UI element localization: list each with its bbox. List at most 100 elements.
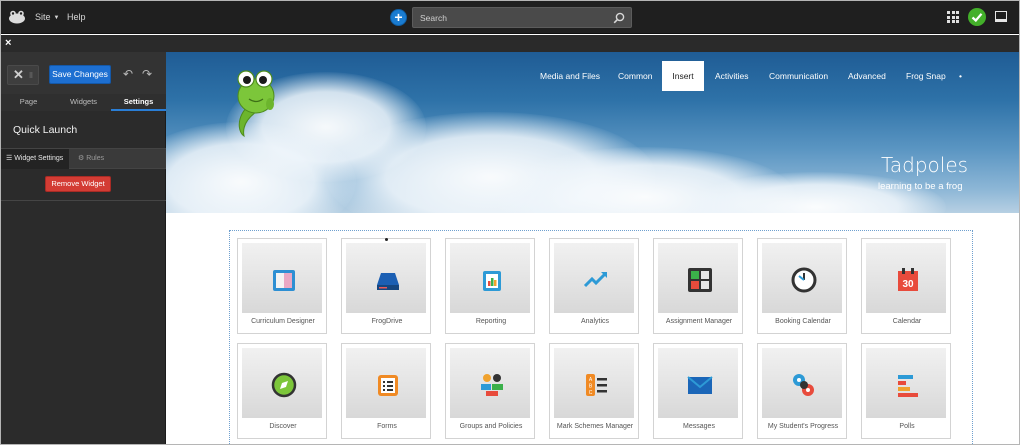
panel-tabs: Page Widgets Settings: [1, 94, 166, 111]
tile-icon-box: [242, 348, 322, 418]
tab-settings[interactable]: Settings: [111, 94, 166, 111]
panel-toolbar: ✕ ‖ Save Changes ↶ ↷: [1, 52, 166, 94]
search-placeholder: Search: [420, 13, 447, 23]
panel-grip-icon: ‖: [29, 71, 33, 80]
curriculum-designer-icon: [273, 270, 295, 291]
tile-label: Messages: [683, 423, 715, 430]
forms-icon: [378, 375, 398, 396]
tab-widgets[interactable]: Widgets: [56, 94, 111, 111]
tile-analytics[interactable]: Analytics: [549, 238, 639, 334]
tile-label: My Student's Progress: [767, 423, 839, 430]
tile-frogdrive[interactable]: FrogDrive: [341, 238, 431, 334]
tile-calendar[interactable]: 30 Calendar: [861, 238, 951, 334]
monitor-icon[interactable]: [995, 11, 1007, 22]
quick-launch-widget[interactable]: Curriculum Designer FrogDrive Reporting …: [229, 230, 973, 444]
tab-widget-settings-label: Widget Settings: [14, 155, 64, 162]
app-window: Site ▼ Help + Search × ✕ ‖ Save Changes …: [0, 0, 1020, 445]
nav-advanced[interactable]: Advanced: [848, 61, 886, 91]
tadpole-mascot-icon: [237, 70, 275, 138]
add-button[interactable]: +: [390, 9, 407, 26]
apps-grid-icon[interactable]: [947, 11, 959, 23]
sliders-icon: ☰: [6, 155, 15, 162]
calendar-number: 30: [902, 279, 914, 290]
nav-common[interactable]: Common: [618, 61, 652, 91]
tab-widget-settings[interactable]: ☰ Widget Settings: [1, 149, 69, 169]
nav-frog-snap[interactable]: Frog Snap: [906, 61, 946, 91]
tile-label: Polls: [899, 423, 915, 430]
edit-bar: ×: [1, 35, 1019, 52]
tile-label: Mark Schemes Manager: [556, 423, 634, 430]
tile-label: Assignment Manager: [665, 318, 733, 325]
divider: [1, 200, 166, 201]
help-menu[interactable]: Help: [67, 12, 86, 22]
site-subtitle: learning to be a frog: [878, 181, 963, 192]
nav-media-and-files[interactable]: Media and Files: [540, 61, 600, 91]
status-check-button[interactable]: [968, 8, 986, 26]
tab-page[interactable]: Page: [1, 94, 56, 111]
tile-icon-box: [658, 243, 738, 313]
top-bar: Site ▼ Help + Search: [1, 1, 1019, 34]
discover-icon: [271, 372, 297, 398]
tile-icon-box: [866, 348, 946, 418]
frog-logo-icon[interactable]: [8, 10, 26, 24]
save-changes-button[interactable]: Save Changes: [49, 65, 111, 84]
tile-icon-box: 30: [866, 243, 946, 313]
tile-curriculum-designer[interactable]: Curriculum Designer: [237, 238, 327, 334]
assignment-manager-icon: [688, 268, 712, 292]
tile-reporting[interactable]: Reporting: [445, 238, 535, 334]
notification-dot: [385, 238, 388, 241]
tab-rules[interactable]: ⚙ Rules: [78, 149, 104, 169]
messages-icon: [687, 376, 713, 394]
analytics-icon: [583, 272, 607, 288]
tile-assignment-manager[interactable]: Assignment Manager: [653, 238, 743, 334]
mark-letter-c: C: [589, 390, 593, 396]
tile-label: Discover: [269, 423, 297, 430]
tile-polls[interactable]: Polls: [861, 343, 951, 439]
reporting-icon: [483, 271, 501, 291]
site-menu[interactable]: Site ▼: [35, 12, 59, 22]
student-progress-icon: [793, 374, 814, 396]
redo-icon[interactable]: ↷: [142, 67, 152, 81]
tile-mark-schemes-manager[interactable]: A B C Mark Schemes Manager: [549, 343, 639, 439]
page-content: Curriculum Designer FrogDrive Reporting …: [166, 213, 1019, 444]
remove-widget-button[interactable]: Remove Widget: [45, 176, 111, 192]
tile-label: Curriculum Designer: [251, 318, 315, 325]
check-icon: [971, 13, 983, 23]
search-input[interactable]: Search: [412, 7, 632, 28]
tile-messages[interactable]: Messages: [653, 343, 743, 439]
widget-settings-panel: ✕ ‖ Save Changes ↶ ↷ Page Widgets Setting…: [1, 52, 166, 444]
calendar-icon: 30: [898, 268, 918, 291]
tile-groups-and-policies[interactable]: Groups and Policies: [445, 343, 535, 439]
tile-label: FrogDrive: [371, 318, 403, 325]
tile-label: Analytics: [580, 318, 609, 325]
tile-discover[interactable]: Discover: [237, 343, 327, 439]
gears-icon: ⚙: [78, 155, 87, 162]
site-title: Tadpoles: [881, 153, 969, 177]
search-icon[interactable]: [613, 12, 625, 24]
tile-label: Reporting: [475, 318, 507, 325]
undo-icon[interactable]: ↶: [123, 67, 133, 81]
tile-my-students-progress[interactable]: My Student's Progress: [757, 343, 847, 439]
tile-icon-box: [554, 243, 634, 313]
widget-title: Quick Launch: [13, 124, 78, 136]
tile-label: Booking Calendar: [775, 318, 831, 325]
close-panel-button[interactable]: ✕ ‖: [7, 65, 39, 85]
tile-icon-box: A B C: [554, 348, 634, 418]
tile-icon-box: [658, 348, 738, 418]
tile-label: Groups and Policies: [459, 423, 523, 430]
nav-more[interactable]: •: [959, 61, 962, 91]
groups-icon: [481, 374, 503, 396]
tile-booking-calendar[interactable]: Booking Calendar: [757, 238, 847, 334]
site-banner: Media and Files Common Insert Activities…: [166, 52, 1019, 213]
nav-insert[interactable]: Insert: [662, 61, 704, 91]
close-editor-icon[interactable]: ×: [5, 37, 11, 49]
nav-communication[interactable]: Communication: [769, 61, 828, 91]
nav-activities[interactable]: Activities: [715, 61, 749, 91]
tile-icon-box: [762, 348, 842, 418]
booking-calendar-icon: [791, 267, 817, 293]
tile-icon-box: [762, 243, 842, 313]
tab-rules-label: Rules: [86, 155, 105, 162]
tile-icon-box: [450, 243, 530, 313]
tile-forms[interactable]: Forms: [341, 343, 431, 439]
settings-subtabs: ☰ Widget Settings ⚙ Rules: [1, 148, 166, 169]
